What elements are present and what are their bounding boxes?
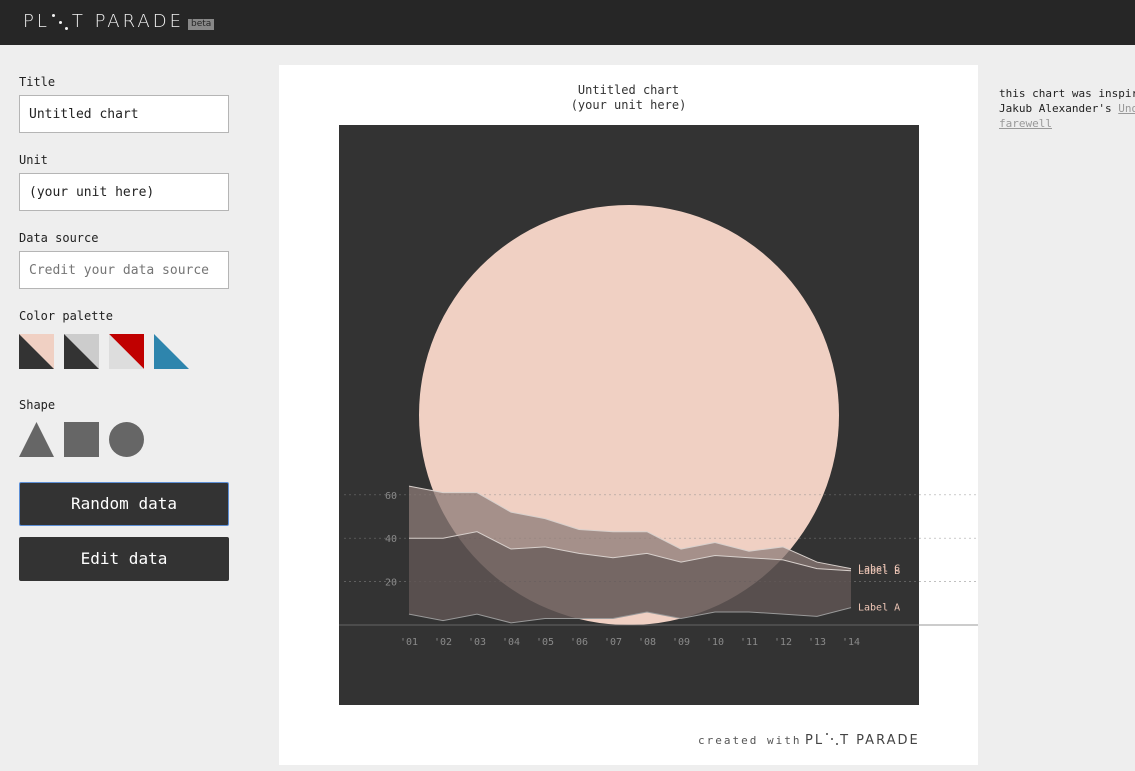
x-tick-label: '03 (468, 637, 486, 648)
x-tick-label: '01 (400, 637, 418, 648)
y-tick-label: 20 (385, 578, 397, 589)
title-input[interactable] (19, 95, 229, 133)
color-palette-label: Color palette (19, 309, 113, 323)
shape-label: Shape (19, 398, 56, 412)
x-tick-label: '08 (638, 637, 656, 648)
top-bar: PL T PARADE beta (0, 0, 1135, 45)
logo-dots-icon (50, 12, 72, 30)
inspiration-link-farewell[interactable]: farewell (999, 116, 1135, 131)
x-tick-label: '09 (672, 637, 690, 648)
unit-label: Unit (19, 153, 48, 167)
footer-logo[interactable]: PL T PARADE (805, 733, 920, 748)
x-tick-label: '14 (842, 637, 860, 648)
x-tick-label: '10 (706, 637, 724, 648)
series-label: Label C (858, 564, 900, 575)
plot-parade-logo[interactable]: PL T PARADE (23, 11, 184, 32)
footer-logo-dots-icon (824, 733, 840, 745)
data-source-label: Data source (19, 231, 99, 245)
palette-swatch-peach-dark[interactable] (19, 334, 54, 369)
circle-icon[interactable] (109, 422, 144, 457)
palette-swatch-blue-light[interactable] (154, 334, 189, 369)
x-tick-label: '05 (536, 637, 554, 648)
x-tick-label: '02 (434, 637, 452, 648)
logo-text-right: T PARADE (71, 11, 184, 32)
x-tick-label: '13 (808, 637, 826, 648)
x-tick-label: '12 (774, 637, 792, 648)
x-tick-label: '04 (502, 637, 520, 648)
edit-data-button[interactable]: Edit data (19, 537, 229, 581)
x-tick-label: '07 (604, 637, 622, 648)
y-tick-label: 60 (385, 491, 397, 502)
chart-card: Untitled chart (your unit here) 20 40 60 La… (279, 65, 978, 765)
inspiration-author: Jakub Alexander's (999, 102, 1119, 115)
random-data-button[interactable]: Random data (19, 482, 229, 526)
palette-swatch-grey-dark[interactable] (64, 334, 99, 369)
inspiration-link[interactable]: Und (1118, 102, 1135, 115)
chart-area: 204060Label ALabel BLabel C'01'02'03'04 '… (339, 125, 978, 705)
unit-input[interactable] (19, 173, 229, 211)
title-label: Title (19, 75, 56, 89)
logo-text-left: PL (23, 11, 50, 32)
data-source-input[interactable] (19, 251, 229, 289)
beta-badge: beta (188, 19, 215, 30)
footer-logo-left: PL (805, 733, 825, 748)
created-with-text: created with (698, 734, 802, 747)
y-tick-label: 40 (385, 534, 397, 545)
square-icon[interactable] (64, 422, 99, 457)
inspiration-line-1: this chart was inspir (999, 87, 1135, 100)
inspiration-note: this chart was inspir Jakub Alexander's … (999, 86, 1135, 131)
series-label: Label A (858, 603, 900, 614)
x-tick-label: '11 (740, 637, 758, 648)
palette-swatch-red-light[interactable] (109, 334, 144, 369)
footer-logo-right: T PARADE (840, 733, 920, 748)
triangle-icon[interactable] (19, 422, 54, 457)
x-tick-label: '06 (570, 637, 588, 648)
